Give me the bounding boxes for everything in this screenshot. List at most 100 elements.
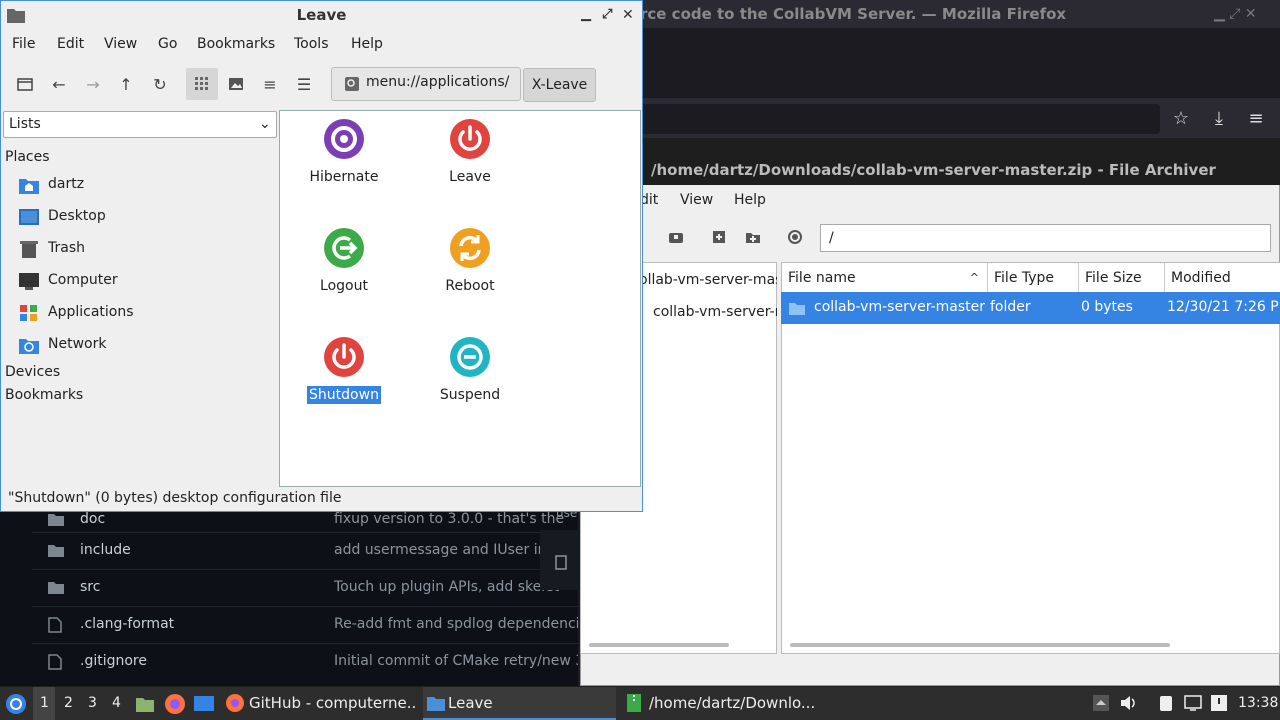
- app-label: Logout: [320, 278, 368, 294]
- app-shutdown[interactable]: Shutdown: [289, 336, 399, 404]
- table-row[interactable]: collab-vm-server-master folder 0 bytes 1…: [781, 292, 1280, 324]
- maximize-icon[interactable]: ⤢: [602, 1, 612, 29]
- commit-message[interactable]: Initial commit of CMake retry/new 3.0 c: [334, 653, 578, 669]
- copy-icon: [555, 555, 567, 570]
- folder-icon: [789, 303, 805, 315]
- workspace-3[interactable]: 3: [88, 695, 97, 711]
- desktop-launcher-icon[interactable]: [193, 694, 215, 714]
- up-icon[interactable]: ↑: [110, 68, 142, 100]
- network-status-icon[interactable]: [1209, 693, 1229, 713]
- display-icon[interactable]: [1183, 693, 1203, 713]
- file-name[interactable]: include: [80, 542, 131, 558]
- task-leave[interactable]: Leave: [423, 687, 616, 720]
- side-pane-mode-select[interactable]: Lists ⌄: [3, 111, 277, 138]
- new-tab-icon[interactable]: [9, 68, 41, 100]
- menu-file[interactable]: File: [12, 36, 35, 52]
- volume-icon[interactable]: [1118, 693, 1138, 713]
- tree-item[interactable]: ollab-vm-server-mas: [639, 272, 777, 288]
- path-button-x-leave[interactable]: X-Leave: [523, 68, 596, 102]
- extract-icon[interactable]: [668, 230, 684, 244]
- column-file-size[interactable]: File Size: [1079, 263, 1165, 293]
- close-icon[interactable]: ✕: [622, 1, 634, 29]
- workspace-4[interactable]: 4: [112, 695, 121, 711]
- firefox-icon: [226, 694, 244, 712]
- app-hibernate[interactable]: Hibernate: [289, 118, 399, 186]
- file-name[interactable]: .clang-format: [80, 616, 174, 632]
- location-icon: [345, 77, 359, 91]
- archiver-location-field[interactable]: /: [820, 224, 1271, 252]
- sidebar-header-bookmarks[interactable]: Bookmarks: [5, 387, 83, 403]
- horizontal-scrollbar[interactable]: [589, 643, 729, 647]
- firefox-window-controls[interactable]: ▁ ⤢ ✕: [1214, 6, 1257, 22]
- file-manager-launcher-icon[interactable]: [135, 694, 155, 714]
- task-label: /home/dartz/Downlo...: [649, 694, 816, 712]
- menu-bookmarks[interactable]: Bookmarks: [197, 36, 275, 52]
- workspace-2[interactable]: 2: [64, 695, 73, 711]
- table-row[interactable]: include add usermessage and IUser inter: [32, 532, 578, 569]
- table-row[interactable]: src Touch up plugin APIs, add skelet: [32, 569, 578, 606]
- table-row[interactable]: .gitignore Initial commit of CMake retry…: [32, 643, 578, 680]
- file-name[interactable]: src: [80, 579, 100, 595]
- horizontal-scrollbar[interactable]: [790, 643, 1170, 647]
- power-icon: [324, 337, 364, 377]
- status-bar: "Shutdown" (0 bytes) desktop configurati…: [8, 490, 342, 506]
- applications-icon: [20, 305, 37, 321]
- icon-view-icon[interactable]: [186, 68, 218, 100]
- sidebar-header-devices[interactable]: Devices: [5, 364, 60, 380]
- workspace-1[interactable]: 1: [40, 695, 49, 711]
- menu-help[interactable]: Help: [351, 36, 383, 52]
- suspend-icon: [450, 337, 490, 377]
- firefox-url-bar[interactable]: [640, 104, 1160, 134]
- menu-view[interactable]: View: [680, 192, 713, 208]
- stop-icon[interactable]: [787, 229, 803, 245]
- tray-up-arrow-icon[interactable]: [1091, 693, 1111, 713]
- commit-message[interactable]: Re-add fmt and spdlog dependencies: [334, 616, 578, 632]
- leave-titlebar[interactable]: Leave ▁ ⤢ ✕: [1, 1, 642, 29]
- minimize-icon[interactable]: ▁: [581, 1, 591, 29]
- tree-item[interactable]: collab-vm-server-m: [653, 304, 777, 320]
- column-file-name[interactable]: File name ^: [782, 263, 988, 293]
- network-icon: [19, 339, 39, 354]
- app-logout[interactable]: Logout: [289, 227, 399, 295]
- add-folder-icon[interactable]: [745, 230, 761, 244]
- firefox-launcher-icon[interactable]: [164, 693, 186, 715]
- app-label: Hibernate: [309, 169, 379, 185]
- icon-view: Hibernate Leave Logout Reboot Shutdown S…: [279, 110, 641, 487]
- sidebar-item-label: Trash: [48, 240, 85, 256]
- hamburger-menu-icon[interactable]: ≡: [1241, 104, 1271, 134]
- menu-tools[interactable]: Tools: [294, 36, 329, 52]
- github-side-button[interactable]: [540, 530, 580, 590]
- detailed-list-view-icon[interactable]: ☰: [288, 68, 320, 100]
- thumbnail-view-icon[interactable]: [220, 68, 252, 100]
- forward-icon[interactable]: →: [77, 68, 109, 100]
- column-modified[interactable]: Modified: [1165, 263, 1280, 293]
- task-label: Leave: [448, 694, 493, 712]
- reload-icon[interactable]: ↻: [144, 68, 176, 100]
- start-menu-icon[interactable]: [5, 693, 27, 715]
- file-name[interactable]: .gitignore: [80, 653, 147, 669]
- add-files-icon[interactable]: [711, 230, 727, 244]
- table-row[interactable]: .clang-format Re-add fmt and spdlog depe…: [32, 606, 578, 643]
- menu-help[interactable]: Help: [734, 192, 766, 208]
- download-icon[interactable]: ⤓: [1204, 104, 1234, 134]
- task-file-archiver[interactable]: /home/dartz/Downlo...: [623, 687, 816, 720]
- app-leave[interactable]: Leave: [415, 118, 525, 186]
- row-file-size: 0 bytes: [1081, 299, 1133, 315]
- path-text[interactable]: menu://applications/: [366, 74, 509, 90]
- sort-ascending-icon: ^: [969, 271, 979, 284]
- task-github-firefox[interactable]: GitHub - computerne...: [222, 687, 417, 720]
- app-reboot[interactable]: Reboot: [415, 227, 525, 295]
- column-file-type[interactable]: File Type: [988, 263, 1079, 293]
- menu-view[interactable]: View: [104, 36, 137, 52]
- bookmark-star-icon[interactable]: ☆: [1166, 104, 1196, 134]
- back-icon[interactable]: ←: [43, 68, 75, 100]
- commit-message[interactable]: fixup version to 3.0.0 - that's the: [334, 511, 578, 527]
- clipboard-icon[interactable]: [1156, 693, 1176, 713]
- menu-go[interactable]: Go: [158, 36, 177, 52]
- firefox-tabbar: [640, 28, 1280, 98]
- app-suspend[interactable]: Suspend: [415, 336, 525, 404]
- file-name[interactable]: doc: [80, 511, 105, 527]
- compact-view-icon[interactable]: ≡: [254, 68, 286, 100]
- menu-edit[interactable]: Edit: [57, 36, 84, 52]
- clock[interactable]: 13:38: [1238, 695, 1278, 711]
